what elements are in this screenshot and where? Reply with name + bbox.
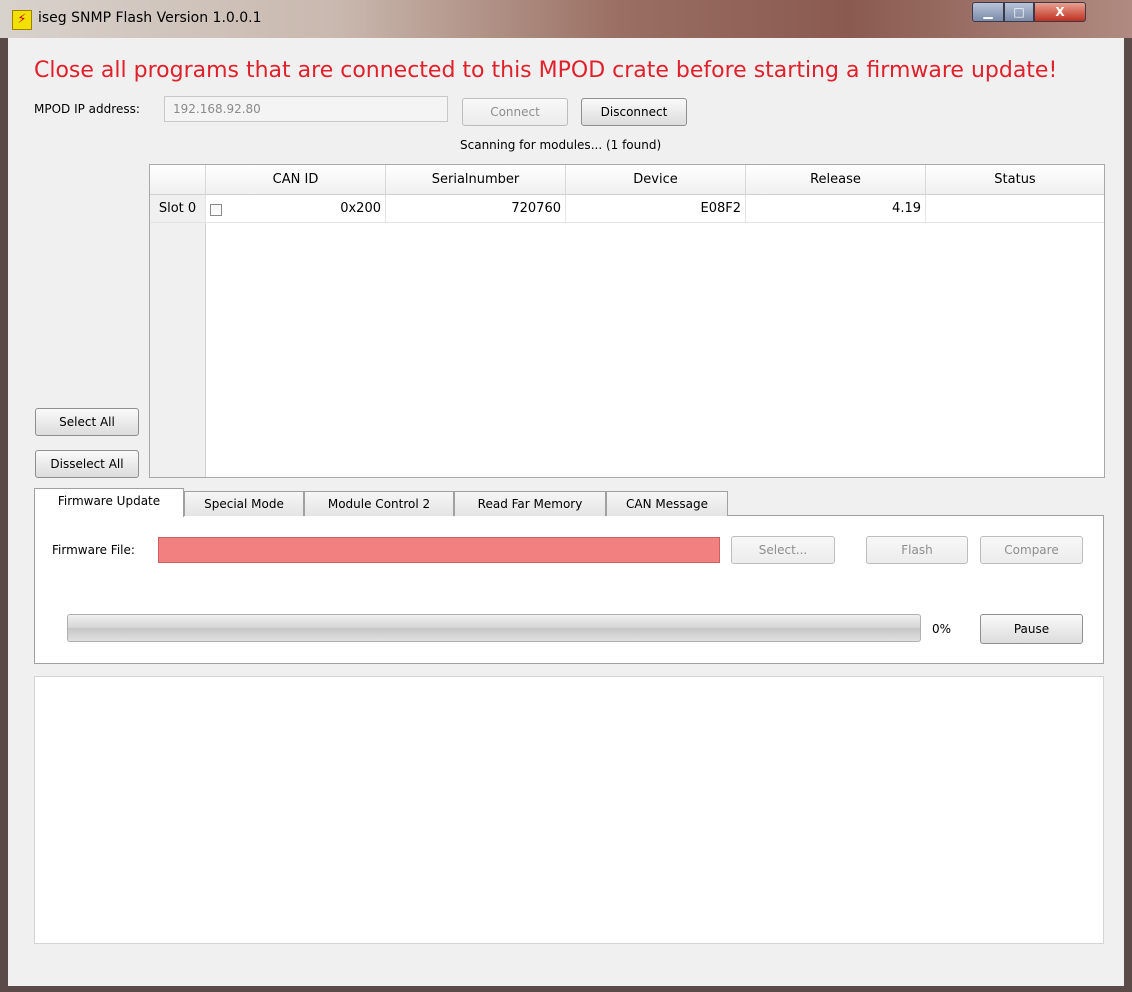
deselect-all-button[interactable]: Disselect All	[35, 450, 139, 478]
column-header-device[interactable]: Device	[566, 165, 746, 195]
compare-button[interactable]: Compare	[980, 536, 1083, 564]
pause-button[interactable]: Pause	[980, 614, 1083, 644]
progress-percent: 0%	[932, 622, 952, 636]
connect-button[interactable]: Connect	[462, 98, 568, 126]
window-title: iseg SNMP Flash Version 1.0.0.1	[38, 10, 262, 26]
flash-progress-bar	[67, 614, 921, 642]
column-header-release[interactable]: Release	[746, 165, 926, 195]
title-bar[interactable]: ⚡ iseg SNMP Flash Version 1.0.0.1 ▁ □ X	[0, 0, 1132, 38]
select-all-button[interactable]: Select All	[35, 408, 139, 436]
tab-module-control-2[interactable]: Module Control 2	[304, 491, 454, 516]
tab-firmware-update[interactable]: Firmware Update	[34, 488, 184, 517]
log-output	[34, 676, 1104, 944]
cell-release[interactable]: 4.19	[746, 195, 926, 223]
firmware-file-input[interactable]	[158, 537, 720, 563]
cell-device[interactable]: E08F2	[566, 195, 746, 223]
firmware-file-label: Firmware File:	[52, 543, 135, 557]
column-header-can-id[interactable]: CAN ID	[206, 165, 386, 195]
warning-message: Close all programs that are connected to…	[34, 58, 1058, 83]
cell-serialnumber[interactable]: 720760	[386, 195, 566, 223]
close-button[interactable]: X	[1034, 2, 1086, 22]
column-header-serialnumber[interactable]: Serialnumber	[386, 165, 566, 195]
lightning-app-icon: ⚡	[12, 10, 32, 30]
row-header-slot[interactable]: Slot 0	[150, 195, 206, 223]
ip-address-label: MPOD IP address:	[34, 102, 140, 116]
cell-status[interactable]	[926, 195, 1104, 223]
tab-read-far-memory[interactable]: Read Far Memory	[454, 491, 606, 516]
select-file-button[interactable]: Select...	[731, 536, 835, 564]
module-table: CAN ID Serialnumber Device Release Statu…	[149, 164, 1105, 478]
row-header-column	[150, 195, 206, 477]
maximize-button[interactable]: □	[1004, 2, 1034, 22]
tab-can-message[interactable]: CAN Message	[606, 491, 728, 516]
scan-status: Scanning for modules... (1 found)	[460, 138, 662, 152]
corner-header	[150, 165, 206, 195]
disconnect-button[interactable]: Disconnect	[581, 98, 687, 126]
minimize-button[interactable]: ▁	[972, 2, 1004, 22]
ip-address-input[interactable]	[164, 96, 448, 122]
tab-special-mode[interactable]: Special Mode	[184, 491, 304, 516]
cell-can-id[interactable]: 0x200	[206, 195, 386, 223]
flash-button[interactable]: Flash	[866, 536, 968, 564]
column-header-status[interactable]: Status	[926, 165, 1104, 195]
